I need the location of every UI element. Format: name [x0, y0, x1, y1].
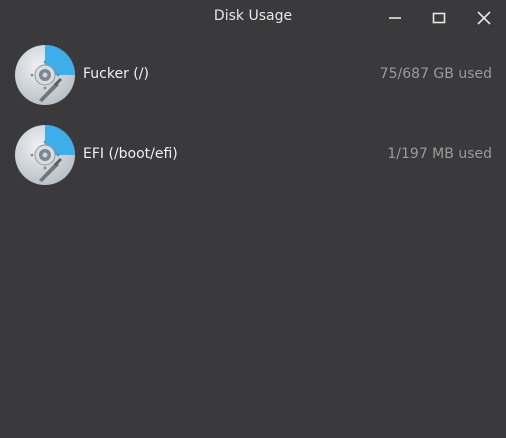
disk-usage-text: 1/197 MB used — [387, 146, 492, 162]
disk-name: Fucker (/) — [83, 66, 149, 82]
disk-usage-text: 75/687 GB used — [379, 66, 492, 82]
maximize-button[interactable] — [428, 7, 450, 29]
hard-disk-icon — [15, 45, 75, 105]
title-bar[interactable]: Disk Usage — [0, 0, 506, 34]
close-button[interactable] — [473, 7, 495, 29]
maximize-icon — [432, 12, 446, 24]
disk-name: EFI (/boot/efi) — [83, 146, 178, 162]
disk-row[interactable]: Fucker (/) 75/687 GB used — [0, 43, 506, 107]
minimize-icon — [389, 17, 401, 19]
hard-disk-icon — [15, 125, 75, 185]
close-icon — [477, 11, 491, 25]
minimize-button[interactable] — [384, 7, 406, 29]
disk-row[interactable]: EFI (/boot/efi) 1/197 MB used — [0, 123, 506, 187]
disk-usage-window: Disk Usage Fucker (/) 75/687 GB used EFI… — [0, 0, 506, 438]
